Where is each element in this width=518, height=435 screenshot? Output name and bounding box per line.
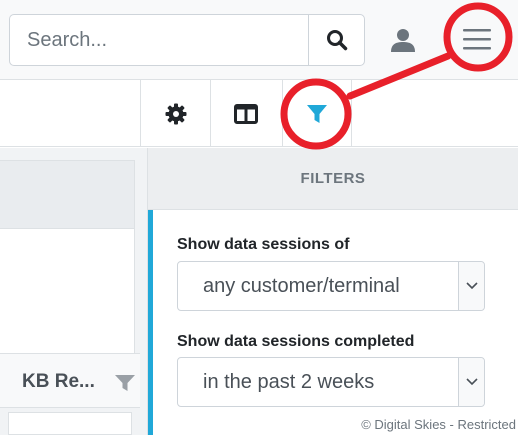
search-button[interactable] <box>308 14 365 66</box>
column-filter-icon[interactable] <box>114 374 136 392</box>
grid-card-header <box>0 161 134 229</box>
completed-label: Show data sessions completed <box>177 333 415 350</box>
sessions-of-label: Show data sessions of <box>177 236 350 253</box>
sessions-of-select[interactable]: any customer/terminal <box>177 261 485 311</box>
panel-accent-bar <box>148 210 153 435</box>
completed-select[interactable]: in the past 2 weeks <box>177 357 485 407</box>
hamburger-menu-button[interactable] <box>449 14 505 64</box>
hamburger-menu-icon <box>463 29 491 50</box>
grid-row-cell[interactable] <box>8 412 132 435</box>
completed-value: in the past 2 weeks <box>203 370 375 393</box>
sessions-of-value: any customer/terminal <box>203 274 400 297</box>
user-icon <box>391 29 415 52</box>
filters-panel-title: FILTERS <box>148 148 518 210</box>
column-header[interactable]: KB Re... <box>0 353 140 408</box>
filter-icon <box>307 104 327 123</box>
grid-toolbar <box>0 80 518 147</box>
columns-button[interactable] <box>210 80 280 147</box>
top-navbar <box>0 0 518 80</box>
search-group <box>9 14 365 66</box>
search-input[interactable] <box>9 14 308 66</box>
chevron-down-icon <box>458 262 484 310</box>
user-button[interactable] <box>385 22 421 58</box>
gear-icon <box>165 103 186 124</box>
columns-icon <box>233 103 258 124</box>
chevron-down-icon <box>458 358 484 406</box>
settings-button[interactable] <box>140 80 210 147</box>
search-icon <box>326 30 347 51</box>
filters-panel: FILTERS Show data sessions of any custom… <box>147 148 518 435</box>
column-header-label: KB Re... <box>22 371 95 392</box>
grid-area: KB Re... <box>0 148 147 435</box>
copyright-note: © Digital Skies - Restricted <box>361 417 516 432</box>
filter-toggle-button[interactable] <box>282 80 352 147</box>
